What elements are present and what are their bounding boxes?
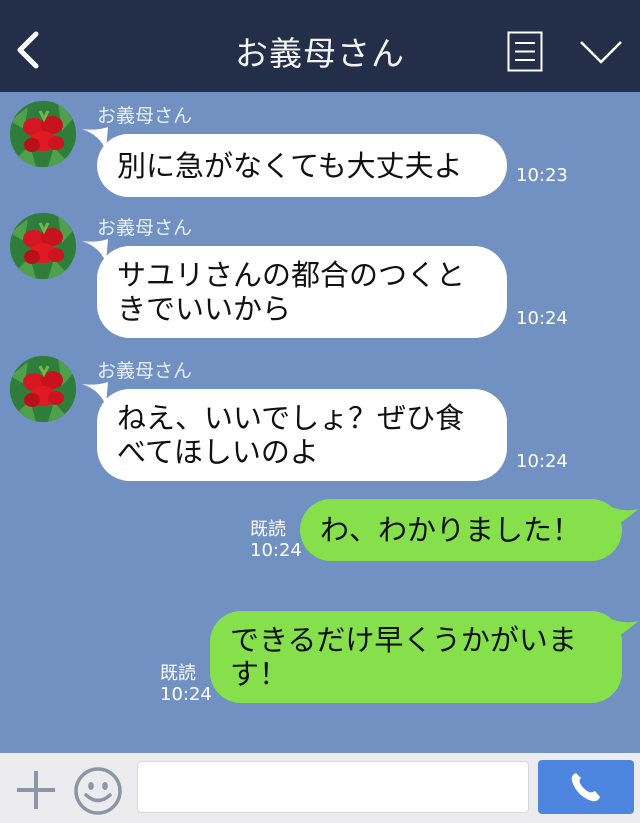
- message-time: 10:23: [516, 165, 568, 186]
- call-button[interactable]: [538, 760, 634, 814]
- read-label: 既読: [250, 519, 286, 540]
- message-time: 10:24: [250, 540, 302, 561]
- read-receipt: 既読 10:24: [160, 663, 212, 705]
- sender-name: お義母さん: [97, 217, 193, 239]
- avatar[interactable]: [10, 213, 76, 279]
- read-receipt: 既読 10:24: [250, 519, 302, 561]
- message-bubble[interactable]: 別に急がなくても大丈夫よ: [97, 134, 507, 197]
- avatar[interactable]: [10, 356, 76, 422]
- message-text-line: べてほしいのよ: [117, 435, 319, 469]
- message-bubble[interactable]: ねえ、いいでしょ？ぜひ食 べてほしいのよ: [97, 389, 507, 481]
- bubble-tail: [606, 505, 638, 529]
- message-time: 10:24: [160, 684, 212, 705]
- message-text: わ、わかりました！: [320, 513, 582, 547]
- message-bubble-outgoing[interactable]: わ、わかりました！: [300, 499, 622, 561]
- message-text-line: す！: [230, 657, 289, 691]
- message-bubble[interactable]: サユリさんの都合のつくと きでいいから: [97, 246, 507, 338]
- message-input[interactable]: [137, 761, 529, 813]
- message-row: お義母さん 別に急がなくても大丈夫よ 10:23: [0, 101, 640, 201]
- smiley-icon[interactable]: [73, 766, 123, 816]
- message-bubble-outgoing[interactable]: できるだけ早くうかがいま す！: [210, 611, 622, 703]
- strawberry-avatar-icon: [10, 101, 76, 167]
- sender-name: お義母さん: [97, 360, 193, 382]
- strawberry-avatar-icon: [10, 213, 76, 279]
- message-text-line: きでいいから: [117, 292, 292, 326]
- chevron-down-icon[interactable]: [578, 36, 624, 66]
- message-text-line: できるだけ早くうかがいま: [230, 623, 577, 657]
- bubble-tail: [606, 617, 638, 641]
- menu-list-icon[interactable]: [507, 31, 543, 72]
- message-text-line: サユリさんの都合のつくと: [117, 258, 466, 292]
- plus-icon[interactable]: [14, 768, 58, 812]
- composer-bar: [0, 753, 640, 823]
- message-row: お義母さん ねえ、いいでしょ？ぜひ食 べてほしいのよ 10:24: [0, 356, 640, 486]
- message-text-line: ねえ、いいでしょ？ぜひ食: [117, 401, 465, 435]
- sender-name: お義母さん: [97, 105, 193, 127]
- message-text: 別に急がなくても大丈夫よ: [117, 148, 463, 183]
- message-time: 10:24: [516, 451, 568, 472]
- message-row: お義母さん サユリさんの都合のつくと きでいいから 10:24: [0, 213, 640, 343]
- read-label: 既読: [160, 663, 196, 684]
- phone-icon: [571, 773, 600, 802]
- avatar[interactable]: [10, 101, 76, 167]
- strawberry-avatar-icon: [10, 356, 76, 422]
- message-time: 10:24: [516, 308, 568, 329]
- chat-header: お義母さん: [0, 0, 640, 92]
- chat-title: お義母さん: [235, 34, 405, 73]
